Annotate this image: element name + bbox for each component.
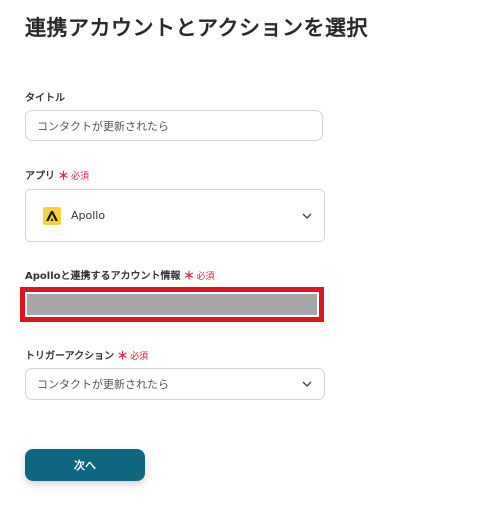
title-field-label-text: タイトル (25, 93, 65, 104)
app-field-label: アプリ＊必須 (25, 167, 89, 183)
trigger-action-value: コンタクトが更新されたら (37, 378, 169, 391)
app-field-label-text: アプリ (25, 171, 55, 182)
next-button[interactable]: 次へ (25, 449, 145, 481)
title-input[interactable]: コンタクトが更新されたら (25, 110, 323, 141)
required-asterisk: ＊ (117, 349, 129, 362)
trigger-action-select[interactable]: コンタクトが更新されたら (25, 368, 325, 400)
chevron-down-icon (302, 379, 312, 389)
selected-app-name: Apollo (71, 209, 106, 222)
account-field-label-text: Apolloと連携するアカウント情報 (25, 271, 181, 282)
redacted-account-info (27, 294, 317, 315)
title-input-value: コンタクトが更新されたら (37, 119, 169, 133)
trigger-field-label: トリガーアクション＊必須 (25, 347, 148, 363)
app-select[interactable]: Apollo (25, 189, 325, 242)
title-field-label: タイトル (25, 89, 65, 104)
account-field-label: Apolloと連携するアカウント情報＊必須 (25, 267, 215, 283)
required-text: 必須 (71, 172, 90, 182)
account-select-highlighted[interactable] (20, 287, 324, 322)
required-text: 必須 (130, 352, 149, 362)
required-asterisk: ＊ (58, 169, 69, 182)
page-title: 連携アカウントとアクションを選択 (25, 16, 368, 40)
required-asterisk: ＊ (183, 269, 195, 282)
trigger-field-label-text: トリガーアクション (25, 351, 115, 362)
required-text: 必須 (196, 272, 215, 282)
apollo-logo-icon (43, 206, 61, 225)
chevron-down-icon (302, 211, 312, 221)
